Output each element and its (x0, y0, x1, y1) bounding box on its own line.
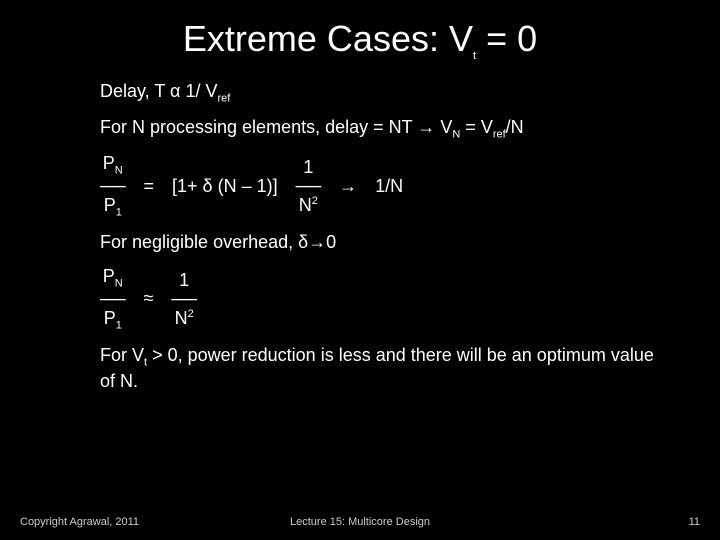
frac-pn-p1-a: PN ── P1 (100, 154, 126, 219)
vref-ref: ref (493, 129, 506, 141)
n-bot-b2: N (175, 308, 188, 328)
negligible-line: For negligible overhead, δ→0 (100, 231, 670, 254)
copyright: Copyright Agrawal, 2011 (20, 516, 139, 528)
concl-sub: t (144, 356, 147, 368)
page-number: 11 (689, 516, 700, 528)
p-bot: P (104, 195, 116, 215)
one-top2: 1 (303, 158, 313, 177)
over-n: /N (506, 117, 524, 137)
title-sub: t (473, 50, 476, 62)
one-top-b2: 1 (179, 271, 189, 290)
lecture-label: Lecture 15: Multicore Design (290, 516, 430, 528)
p-bot-b: P (104, 308, 116, 328)
concl-prefix: For V (100, 345, 144, 365)
two-sup-b2: 2 (188, 308, 194, 320)
conclusion-line: For Vt > 0, power reduction is less and … (100, 344, 670, 393)
slide-title: Extreme Cases: Vt = 0 (0, 0, 720, 80)
bracket-term: [1+ δ (N – 1)] (172, 175, 278, 198)
approx-sign: ≈ (144, 287, 154, 310)
vn-n: N (452, 129, 460, 141)
p-top-b: P (103, 266, 115, 286)
n-top: N (115, 165, 123, 177)
bar-b2: ── (171, 290, 197, 309)
processing-line: For N processing elements, delay = NT → … (100, 116, 670, 142)
vn-v: V (440, 117, 452, 137)
proc-eq: = (465, 117, 481, 137)
eq-sign-1: = (144, 175, 155, 198)
delay-sub: ref (217, 93, 230, 105)
vref-v: V (481, 117, 493, 137)
equation-2: PN ── P1 ≈ 1 ── N2 (100, 267, 670, 332)
frac-1-n2-b: 1 ── N2 (171, 271, 197, 328)
processing-prefix: For N processing elements, delay = NT → (100, 117, 440, 137)
arrow-1: → (339, 175, 357, 198)
result-1: 1/N (375, 175, 403, 198)
bar-a2: ── (296, 177, 322, 196)
concl-rest: > 0, power reduction is less and there w… (100, 345, 654, 391)
title-rest: = 0 (486, 18, 537, 59)
slide: Extreme Cases: Vt = 0 Delay, T α 1/ Vref… (0, 0, 720, 540)
delay-line: Delay, T α 1/ Vref (100, 80, 670, 106)
bar-a1: ── (100, 177, 126, 196)
frac-1-n2: 1 ── N2 (296, 158, 322, 215)
title-main: Extreme Cases: V (183, 18, 473, 59)
p-top: P (103, 153, 115, 173)
n-bot2: N (299, 195, 312, 215)
two-sup2: 2 (312, 195, 318, 207)
one-bot-b: 1 (116, 319, 122, 331)
delay-prefix: Delay, T α 1/ V (100, 81, 217, 101)
footer: Copyright Agrawal, 2011 Lecture 15: Mult… (0, 516, 720, 528)
equation-1: PN ── P1 = [1+ δ (N – 1)] 1 ── N2 → 1/N (100, 154, 670, 219)
n-top-b: N (115, 277, 123, 289)
content-area: Delay, T α 1/ Vref For N processing elem… (0, 80, 720, 393)
bar-b1: ── (100, 290, 126, 309)
frac-pn-p1-b: PN ── P1 (100, 267, 126, 332)
one-bot: 1 (116, 207, 122, 219)
